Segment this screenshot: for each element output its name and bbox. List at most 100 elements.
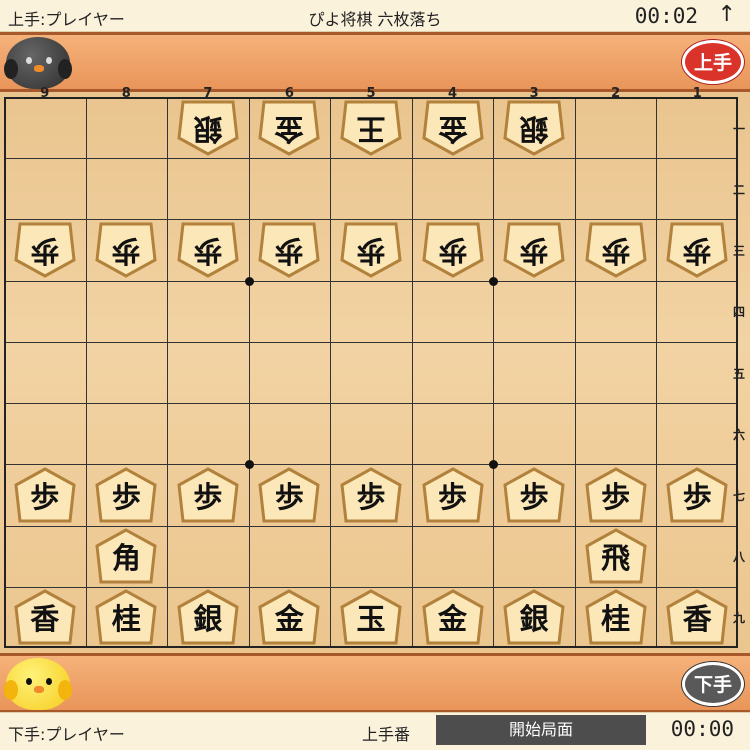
piece-character: 歩 — [111, 479, 141, 514]
rank-label: 九 — [732, 611, 745, 626]
sente-player-label: 下手:プレイヤー — [8, 725, 125, 744]
rank-label: 八 — [732, 550, 745, 565]
gote-piece[interactable]: 歩 — [583, 222, 649, 278]
piece-character: 歩 — [519, 479, 549, 514]
gote-piece[interactable]: 歩 — [93, 222, 159, 278]
gote-badge: 上手 — [682, 40, 744, 84]
sente-piece[interactable]: 歩 — [12, 467, 78, 523]
sente-hand-area[interactable]: 下手 — [0, 653, 750, 713]
wing-shape — [4, 59, 18, 79]
grid-line — [6, 464, 736, 466]
rank-label: 六 — [732, 427, 745, 442]
piece-character: 歩 — [438, 234, 468, 269]
sente-piece[interactable]: 飛 — [583, 528, 649, 584]
eye-dot — [46, 678, 52, 685]
piece-character: 歩 — [274, 234, 304, 269]
gote-piece[interactable]: 王 — [338, 100, 404, 156]
bottom-status-bar: 下手:プレイヤー 上手番 開始局面 00:00 — [0, 712, 750, 750]
grid-line — [493, 99, 495, 646]
piece-character: 金 — [438, 602, 468, 637]
shogi-board[interactable]: 987654321 一二三四五六七八九 銀金王金銀歩歩歩歩歩歩歩歩歩歩歩歩歩歩歩… — [0, 86, 750, 653]
piece-character: 歩 — [356, 234, 386, 269]
piece-character: 歩 — [111, 234, 141, 269]
piece-character: 歩 — [601, 234, 631, 269]
grid-line — [6, 219, 736, 221]
sente-piece[interactable]: 歩 — [583, 467, 649, 523]
gote-piece[interactable]: 金 — [256, 100, 322, 156]
grid-line — [6, 403, 736, 405]
piece-character: 香 — [682, 602, 712, 637]
gote-piece[interactable]: 銀 — [501, 100, 567, 156]
gote-piece[interactable]: 歩 — [338, 222, 404, 278]
sente-badge: 下手 — [682, 662, 744, 706]
gote-piece[interactable]: 歩 — [501, 222, 567, 278]
gote-hand-area[interactable]: 上手 — [0, 32, 750, 92]
gote-piece[interactable]: 歩 — [175, 222, 241, 278]
piece-character: 歩 — [438, 479, 468, 514]
piece-character: 歩 — [682, 479, 712, 514]
yellow-chick-icon[interactable] — [4, 658, 72, 710]
sente-piece[interactable]: 歩 — [175, 467, 241, 523]
sente-piece[interactable]: 歩 — [93, 467, 159, 523]
piece-character: 歩 — [519, 234, 549, 269]
gote-piece[interactable]: 歩 — [664, 222, 730, 278]
gote-piece[interactable]: 銀 — [175, 100, 241, 156]
beak-shape — [34, 65, 44, 72]
sente-piece[interactable]: 歩 — [501, 467, 567, 523]
sente-piece[interactable]: 歩 — [338, 467, 404, 523]
grid-line — [656, 99, 658, 646]
sente-piece[interactable]: 銀 — [175, 589, 241, 645]
rank-label: 四 — [732, 305, 745, 320]
grid-line — [6, 341, 736, 343]
rank-label: 五 — [732, 366, 745, 381]
sente-piece[interactable]: 歩 — [664, 467, 730, 523]
gote-piece[interactable]: 金 — [420, 100, 486, 156]
star-point — [489, 460, 499, 470]
piece-character: 香 — [30, 602, 60, 637]
piece-character: 歩 — [356, 479, 386, 514]
sente-piece[interactable]: 桂 — [93, 589, 159, 645]
sente-piece[interactable]: 金 — [256, 589, 322, 645]
piece-character: 銀 — [193, 111, 223, 146]
sente-piece[interactable]: 金 — [420, 589, 486, 645]
grid-line — [6, 586, 736, 588]
eye-dot — [46, 57, 52, 64]
piece-character: 桂 — [111, 602, 141, 637]
wing-shape — [58, 680, 72, 700]
piece-character: 玉 — [356, 602, 386, 637]
grid-line — [6, 280, 736, 282]
wing-shape — [4, 680, 18, 700]
piece-character: 王 — [356, 111, 386, 146]
piece-character: 銀 — [193, 602, 223, 637]
piece-character: 飛 — [601, 541, 631, 576]
sente-piece[interactable]: 角 — [93, 528, 159, 584]
piece-character: 歩 — [30, 479, 60, 514]
rank-label: 七 — [732, 488, 745, 503]
black-chick-icon[interactable] — [4, 37, 72, 89]
grid-line — [85, 99, 87, 646]
grid-line — [167, 99, 169, 646]
piece-character: 金 — [274, 602, 304, 637]
gote-piece[interactable]: 歩 — [256, 222, 322, 278]
sente-piece[interactable]: 歩 — [420, 467, 486, 523]
sente-piece[interactable]: 香 — [664, 589, 730, 645]
piece-character: 銀 — [519, 602, 549, 637]
grid-line — [330, 99, 332, 646]
start-position-button[interactable]: 開始局面 — [436, 715, 646, 745]
piece-character: 歩 — [601, 479, 631, 514]
sente-piece[interactable]: 銀 — [501, 589, 567, 645]
beak-shape — [34, 686, 44, 693]
sente-piece[interactable]: 香 — [12, 589, 78, 645]
grid-line — [411, 99, 413, 646]
sente-piece[interactable]: 玉 — [338, 589, 404, 645]
piece-character: 金 — [274, 111, 304, 146]
sente-piece[interactable]: 桂 — [583, 589, 649, 645]
turn-indicator: 上手番 — [362, 725, 411, 744]
star-point — [489, 276, 499, 286]
gote-piece[interactable]: 歩 — [420, 222, 486, 278]
sente-piece[interactable]: 歩 — [256, 467, 322, 523]
piece-character: 歩 — [30, 234, 60, 269]
gote-piece[interactable]: 歩 — [12, 222, 78, 278]
up-arrow-icon[interactable]: ↑ — [718, 2, 736, 27]
rank-label: 一 — [732, 121, 745, 136]
